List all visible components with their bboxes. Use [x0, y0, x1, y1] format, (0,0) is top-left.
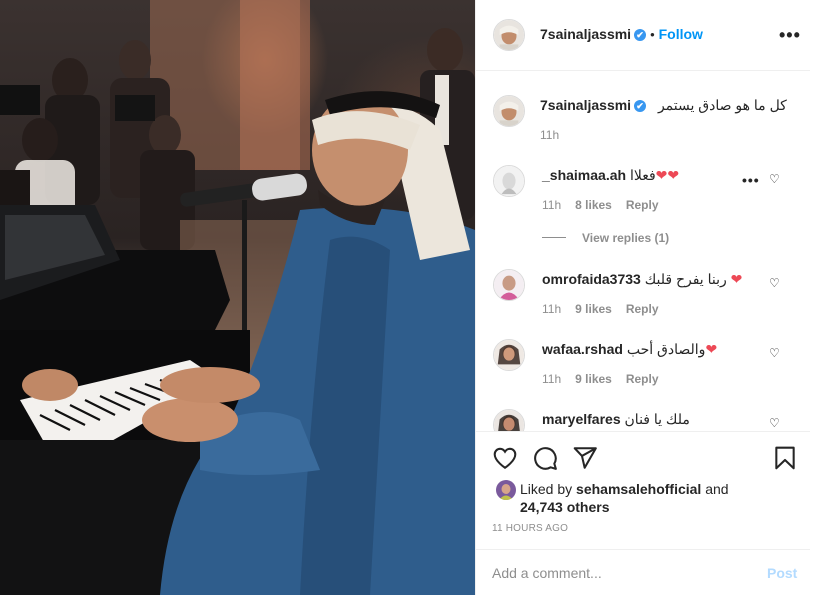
- comment-username[interactable]: wafaa.rshad: [542, 341, 623, 357]
- caption-username[interactable]: 7sainaljassmi: [540, 97, 631, 113]
- comment-username[interactable]: maryelfares: [542, 411, 621, 427]
- post-header: 7sainaljassmi ✔ • Follow •••: [476, 0, 814, 71]
- comment-username[interactable]: _shaimaa.ah: [542, 167, 626, 183]
- verified-badge-icon: ✔: [634, 29, 647, 41]
- commenter-avatar[interactable]: [493, 409, 525, 431]
- commenter-avatar[interactable]: [493, 269, 525, 301]
- post-actions: Liked by sehamsalehofficial and 24,743 o…: [476, 431, 814, 549]
- likes-summary: Liked by sehamsalehofficial and 24,743 o…: [520, 480, 729, 516]
- comment-text-line: _shaimaa.ah فعلاا❤❤: [542, 167, 679, 184]
- bookmark-icon[interactable]: [772, 445, 798, 471]
- liker-avatar[interactable]: [496, 480, 516, 500]
- caption-avatar[interactable]: [493, 95, 525, 127]
- scrollbar-track[interactable]: [810, 0, 814, 595]
- comment-like-icon[interactable]: ♡: [769, 276, 780, 290]
- more-options-icon[interactable]: •••: [779, 25, 801, 46]
- comment-likes[interactable]: 9 likes: [575, 302, 612, 316]
- commenter-avatar[interactable]: [493, 339, 525, 371]
- comment-text: فعلاا: [629, 167, 656, 183]
- comment-text-line: omrofaida3733 ربنا يفرح قلبك ❤: [542, 271, 742, 288]
- reply-button[interactable]: Reply: [626, 302, 659, 316]
- comment-time: 11h: [542, 302, 562, 316]
- caption-text-line: 7sainaljassmi ✔ كل ما هو صادق يستمر: [540, 97, 787, 114]
- view-replies-button[interactable]: View replies (1): [542, 231, 669, 245]
- follow-button[interactable]: Follow: [659, 26, 703, 42]
- liked-by-conj: and: [705, 481, 729, 497]
- comment-more-icon[interactable]: •••: [742, 172, 760, 188]
- header-user-line: 7sainaljassmi ✔ • Follow: [540, 26, 703, 42]
- separator-dot: •: [650, 27, 655, 42]
- heart-emoji: ❤❤: [655, 167, 680, 183]
- comment-text-line: maryelfares ملك يا فنان: [542, 411, 690, 428]
- comment-text: ربنا يفرح قلبك: [644, 271, 727, 287]
- liked-by-label: Liked by: [520, 481, 573, 497]
- comment-input[interactable]: [492, 564, 742, 582]
- comment-likes[interactable]: 9 likes: [575, 372, 612, 386]
- likes-others-count[interactable]: 24,743 others: [520, 499, 610, 515]
- comment-like-icon[interactable]: ♡: [769, 416, 780, 430]
- comment-meta: 11h 8 likes Reply: [542, 198, 659, 212]
- comment-text: ملك يا فنان: [624, 411, 690, 427]
- caption-text: كل ما هو صادق يستمر: [657, 97, 787, 113]
- caption-time: 11h: [540, 128, 560, 142]
- comment-username[interactable]: omrofaida3733: [542, 271, 641, 287]
- comments-list[interactable]: 7sainaljassmi ✔ كل ما هو صادق يستمر 11h _…: [476, 72, 814, 431]
- author-avatar[interactable]: [493, 19, 525, 51]
- comment-time: 11h: [542, 198, 562, 212]
- heart-outline-icon[interactable]: [492, 445, 518, 471]
- post-side-panel: 7sainaljassmi ✔ • Follow ••• 7sainaljassmi ✔…: [475, 0, 814, 595]
- post-timestamp[interactable]: 11 HOURS AGO: [492, 523, 568, 534]
- reply-button[interactable]: Reply: [626, 372, 659, 386]
- comment-time: 11h: [542, 372, 562, 386]
- replies-divider: [542, 237, 566, 238]
- liked-by-user[interactable]: sehamsalehofficial: [576, 481, 701, 497]
- verified-badge-icon: ✔: [634, 100, 647, 112]
- heart-emoji: ❤: [705, 341, 718, 357]
- paper-plane-icon[interactable]: [572, 445, 598, 471]
- author-username[interactable]: 7sainaljassmi: [540, 26, 631, 42]
- comment-text: والصادق أحب: [626, 341, 706, 357]
- comment-meta: 11h 9 likes Reply: [542, 302, 659, 316]
- add-comment-bar: Post: [476, 549, 814, 595]
- reply-button[interactable]: Reply: [626, 198, 659, 212]
- comment-meta: 11h 9 likes Reply: [542, 372, 659, 386]
- heart-emoji: ❤: [730, 271, 743, 287]
- post-photo[interactable]: [0, 0, 475, 595]
- comment-bubble-icon[interactable]: [532, 445, 558, 471]
- photo-illustration: [0, 0, 475, 595]
- post-comment-button[interactable]: Post: [767, 565, 797, 581]
- comment-text-line: wafaa.rshad والصادق أحب❤: [542, 341, 717, 358]
- view-replies-label: View replies (1): [582, 231, 670, 245]
- commenter-avatar[interactable]: [493, 165, 525, 197]
- comment-like-icon[interactable]: ♡: [769, 346, 780, 360]
- comment-likes[interactable]: 8 likes: [575, 198, 612, 212]
- comment-like-icon[interactable]: ♡: [769, 172, 780, 186]
